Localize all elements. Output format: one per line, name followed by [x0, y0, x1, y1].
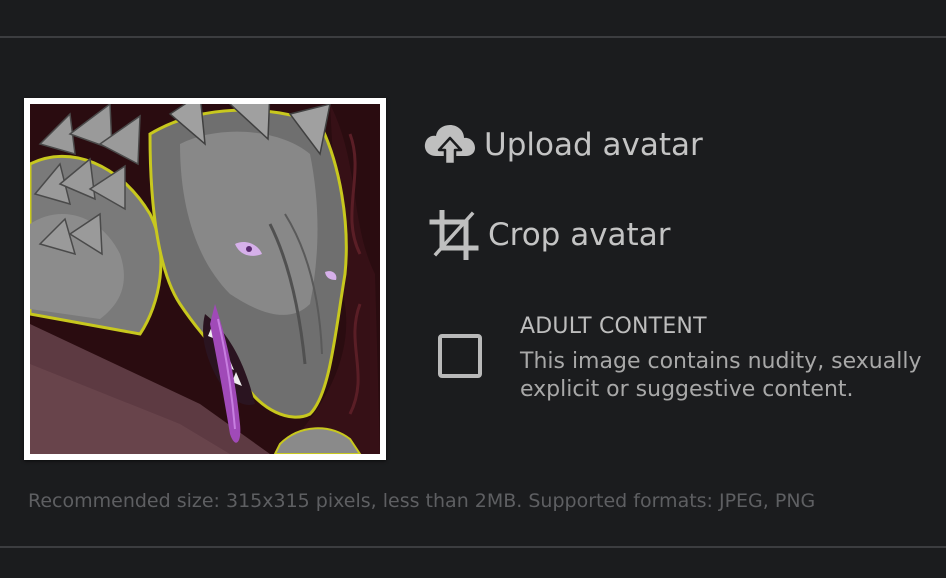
upload-requirements-hint: Recommended size: 315x315 pixels, less t… [28, 490, 816, 512]
adult-content-title: ADULT CONTENT [520, 314, 707, 339]
avatar-preview [24, 98, 386, 460]
crop-icon [428, 210, 480, 260]
adult-content-checkbox[interactable] [438, 334, 482, 378]
avatar-image [30, 104, 380, 454]
upload-avatar-label: Upload avatar [484, 127, 703, 163]
cloud-upload-icon [424, 124, 476, 166]
upload-avatar-button[interactable]: Upload avatar [424, 122, 703, 168]
crop-avatar-button[interactable]: Crop avatar [428, 210, 670, 260]
adult-content-description: This image contains nudity, sexually exp… [520, 349, 922, 402]
top-divider [0, 36, 946, 38]
crop-avatar-label: Crop avatar [488, 217, 671, 253]
bottom-divider [0, 546, 946, 548]
